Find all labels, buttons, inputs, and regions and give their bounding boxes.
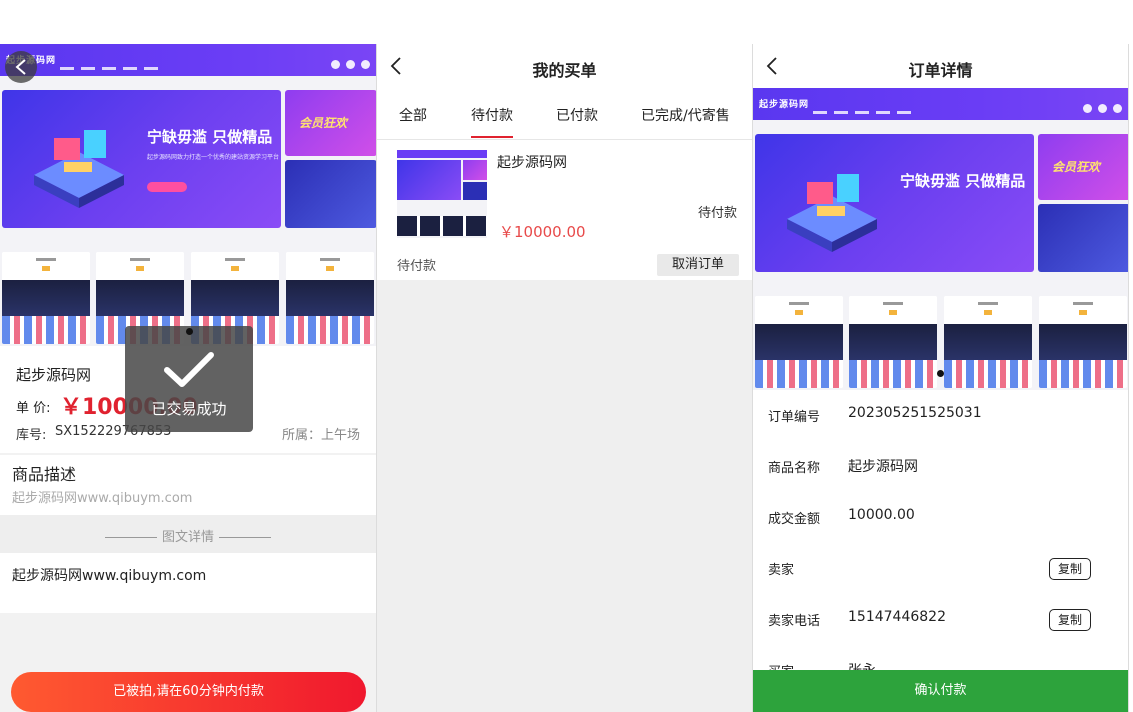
section-divider-label: 图文详情 bbox=[161, 530, 214, 545]
seller-phone-row: 卖家电话 15147446822 复制 bbox=[753, 594, 1128, 646]
order-card[interactable]: 起步源码网 待付款 ￥10000.00 待付款 取消订单 bbox=[377, 140, 752, 280]
detail-text: 起步源码网www.qibuym.com bbox=[12, 568, 207, 584]
product-name: 起步源码网 bbox=[848, 459, 918, 475]
section-divider: 图文详情 bbox=[0, 515, 376, 553]
site-logo: 起步源码网 bbox=[759, 100, 810, 110]
site-header-image: 起步源码网 bbox=[0, 44, 376, 76]
hero-title: 宁缺毋滥 只做精品 bbox=[147, 128, 273, 146]
promo-card-2 bbox=[285, 160, 376, 228]
pay-now-button[interactable]: 已被拍,请在60分钟内付款 bbox=[11, 672, 366, 712]
isometric-illustration bbox=[34, 130, 124, 208]
panel-divider bbox=[1128, 44, 1129, 712]
product-screenshot-image: 起步源码网 宁缺毋滥 只做精品 会员狂欢 bbox=[753, 88, 1128, 390]
tab-completed[interactable]: 已完成/代寄售 bbox=[641, 105, 730, 125]
order-detail-page: 订单详情 起步源码网 宁缺毋滥 只做精品 会员狂欢 订单编号 202305251… bbox=[753, 44, 1128, 712]
description-title: 商品描述 bbox=[12, 465, 77, 484]
nav-header: 订单详情 bbox=[753, 44, 1128, 88]
orders-page: 我的买单 全部 待付款 已付款 已完成/代寄售 起步源码网 待付款 ￥10000… bbox=[377, 44, 752, 712]
confirm-payment-button[interactable]: 确认付款 bbox=[753, 670, 1128, 712]
order-status: 待付款 bbox=[697, 206, 737, 221]
nav-header: 我的买单 bbox=[377, 44, 752, 88]
product-name: 起步源码网 bbox=[16, 366, 92, 384]
product-screenshot-image: 起步源码网 宁缺毋滥 只做精品 起步源码网致力打造一个优秀的建站资源学习平台 会… bbox=[0, 44, 376, 346]
seller-row: 卖家 复制 bbox=[753, 543, 1128, 595]
order-status-footer: 待付款 bbox=[397, 259, 437, 274]
product-name-row: 商品名称 起步源码网 bbox=[753, 441, 1128, 493]
price-label: 单 价: bbox=[16, 401, 51, 416]
hero-subtitle: 起步源码网致力打造一个优秀的建站资源学习平台 bbox=[147, 154, 280, 161]
product-page: 起步源码网 宁缺毋滥 只做精品 起步源码网致力打造一个优秀的建站资源学习平台 会… bbox=[0, 44, 376, 712]
order-number-row: 订单编号 202305251525031 bbox=[753, 390, 1128, 442]
detail-content: 起步源码网www.qibuym.com bbox=[0, 553, 376, 613]
cancel-order-button[interactable]: 取消订单 bbox=[657, 254, 739, 276]
amount-row: 成交金额 10000.00 bbox=[753, 492, 1128, 544]
page-title: 我的买单 bbox=[532, 61, 597, 80]
deal-amount: 10000.00 bbox=[848, 507, 915, 523]
success-toast: 已交易成功 bbox=[125, 326, 253, 432]
active-tab-indicator bbox=[471, 136, 513, 138]
check-icon bbox=[164, 352, 214, 387]
hero-banner: 宁缺毋滥 只做精品 起步源码网致力打造一个优秀的建站资源学习平台 bbox=[2, 90, 281, 228]
order-price: ￥10000.00 bbox=[499, 223, 586, 241]
order-product-name: 起步源码网 bbox=[497, 155, 567, 171]
copy-phone-button[interactable]: 复制 bbox=[1049, 609, 1091, 631]
toast-message: 已交易成功 bbox=[151, 400, 227, 418]
promo-card: 会员狂欢 bbox=[285, 90, 376, 156]
sku-label: 库号: bbox=[16, 428, 47, 443]
order-tabs: 全部 待付款 已付款 已完成/代寄售 bbox=[377, 88, 752, 140]
order-number: 202305251525031 bbox=[848, 405, 982, 421]
page-title: 订单详情 bbox=[908, 61, 973, 80]
chevron-left-icon bbox=[15, 59, 26, 75]
description-text: 起步源码网www.qibuym.com bbox=[12, 491, 193, 506]
description-section: 商品描述 起步源码网www.qibuym.com bbox=[0, 455, 376, 515]
tab-paid[interactable]: 已付款 bbox=[556, 105, 598, 125]
tab-pending-payment[interactable]: 待付款 bbox=[471, 105, 513, 125]
carousel-indicator bbox=[186, 328, 193, 335]
order-thumbnail bbox=[397, 150, 487, 238]
seller-phone: 15147446822 bbox=[848, 609, 946, 625]
copy-seller-button[interactable]: 复制 bbox=[1049, 558, 1091, 580]
carousel-indicator bbox=[937, 370, 944, 377]
session-location: 所属：上午场 bbox=[281, 428, 360, 443]
tab-all[interactable]: 全部 bbox=[399, 105, 427, 125]
back-button[interactable] bbox=[5, 51, 37, 83]
